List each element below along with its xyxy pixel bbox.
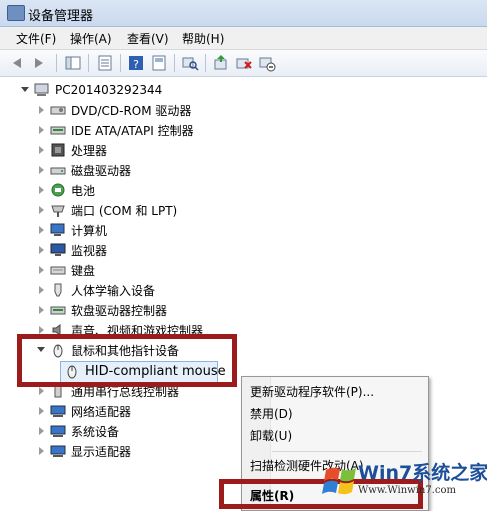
monitor-icon [50, 242, 66, 258]
expander-icon[interactable] [36, 145, 46, 155]
human-interface-icon [50, 282, 66, 298]
annotation-box-mice [17, 334, 237, 387]
tree-item-label: DVD/CD-ROM 驱动器 [71, 103, 192, 118]
network-adapter-icon [50, 403, 66, 419]
display-adapter-icon [50, 443, 66, 459]
tree-item-label: 处理器 [71, 143, 108, 158]
expander-icon[interactable] [36, 285, 46, 295]
tree-root-label: PC201403292344 [55, 83, 163, 97]
window-title: 设备管理器 [28, 9, 94, 24]
expander-icon[interactable] [36, 105, 46, 115]
tree-item-label: IDE ATA/ATAPI 控制器 [71, 123, 194, 138]
watermark-url: Www.Winwin7.com [358, 485, 456, 496]
battery-icon [50, 182, 66, 198]
expander-icon[interactable] [36, 446, 46, 456]
disk-drive-icon [50, 162, 66, 178]
expander-icon[interactable] [36, 205, 46, 215]
port-icon [50, 202, 66, 218]
keyboard-icon [50, 262, 66, 278]
ide-controller-icon [50, 122, 66, 138]
tree-item-ports[interactable]: 端口 (COM 和 LPT) [36, 200, 177, 220]
tree-item-dvd[interactable]: DVD/CD-ROM 驱动器 [36, 100, 191, 120]
expander-icon[interactable] [36, 245, 46, 255]
windows-logo-icon [322, 460, 362, 500]
tree-item-label: 电池 [71, 183, 96, 198]
tree-item-label: 监视器 [71, 243, 108, 258]
tree-item-monitor[interactable]: 监视器 [36, 240, 107, 260]
tree-item-label: 系统设备 [71, 424, 120, 439]
expander-icon[interactable] [36, 386, 46, 396]
dvd-drive-icon [50, 102, 66, 118]
tree-item-ide[interactable]: IDE ATA/ATAPI 控制器 [36, 120, 194, 140]
expander-icon[interactable] [36, 125, 46, 135]
expander-icon[interactable] [36, 305, 46, 315]
properties-sheet-icon[interactable] [96, 54, 114, 72]
tree-item-floppy[interactable]: 软盘驱动器控制器 [36, 300, 167, 320]
forward-arrow-icon[interactable] [30, 54, 48, 72]
floppy-controller-icon [50, 302, 66, 318]
expander-icon[interactable] [36, 165, 46, 175]
tree-item-label: 软盘驱动器控制器 [71, 303, 168, 318]
tree-item-label: 计算机 [71, 223, 108, 238]
processor-icon [50, 142, 66, 158]
computer-icon [34, 82, 50, 98]
help-icon[interactable]: ? [127, 54, 145, 72]
system-device-icon [50, 423, 66, 439]
expander-icon[interactable] [36, 225, 46, 235]
tree-item-label: 端口 (COM 和 LPT) [71, 203, 178, 218]
tree-item-system[interactable]: 系统设备 [36, 421, 119, 441]
tree-item-label: 键盘 [71, 263, 96, 278]
tree-item-network[interactable]: 网络适配器 [36, 401, 131, 421]
expander-icon[interactable] [36, 426, 46, 436]
tree-root-node[interactable]: PC201403292344 [20, 80, 162, 100]
tree-item-disk[interactable]: 磁盘驱动器 [36, 160, 131, 180]
watermark: Win7系统之家 Www.Winwin7.com [322, 454, 487, 509]
back-arrow-icon[interactable] [8, 54, 26, 72]
menu-uninstall[interactable]: 卸载(U) [250, 427, 292, 444]
expander-icon[interactable] [36, 265, 46, 275]
tree-item-label: 显示适配器 [71, 444, 132, 459]
tree-item-label: 网络适配器 [71, 404, 132, 419]
expander-icon[interactable] [20, 85, 30, 95]
update-driver-icon[interactable] [212, 54, 230, 72]
menu-bar: 文件(F) 操作(A) 查看(V) 帮助(H) [0, 27, 487, 50]
computer-icon [50, 222, 66, 238]
menu-disable[interactable]: 禁用(D) [250, 405, 293, 422]
menu-help[interactable]: 帮助(H) [182, 30, 224, 47]
title-bar: 设备管理器 [0, 0, 487, 27]
view-panel-icon[interactable] [150, 54, 168, 72]
tree-item-battery[interactable]: 电池 [36, 180, 95, 200]
expander-icon[interactable] [36, 185, 46, 195]
tree-item-hid[interactable]: 人体学输入设备 [36, 280, 155, 300]
menu-file[interactable]: 文件(F) [16, 30, 56, 47]
tree-item-keyboard[interactable]: 键盘 [36, 260, 95, 280]
toolbar: ? [0, 50, 487, 77]
disable-device-icon[interactable] [258, 54, 276, 72]
console-tree-icon[interactable] [64, 54, 82, 72]
menu-action[interactable]: 操作(A) [70, 30, 112, 47]
scan-hardware-icon[interactable] [181, 54, 199, 72]
expander-icon[interactable] [36, 406, 46, 416]
uninstall-device-icon[interactable] [235, 54, 253, 72]
tree-item-display[interactable]: 显示适配器 [36, 441, 131, 461]
watermark-brand: Win7系统之家 [358, 462, 487, 484]
menu-update-driver[interactable]: 更新驱动程序软件(P)... [250, 383, 374, 400]
menu-view[interactable]: 查看(V) [127, 30, 169, 47]
tree-item-processor[interactable]: 处理器 [36, 140, 107, 160]
device-manager-icon [7, 5, 25, 21]
tree-item-label: 人体学输入设备 [71, 283, 156, 298]
tree-item-computer[interactable]: 计算机 [36, 220, 107, 240]
svg-text:?: ? [133, 58, 139, 71]
tree-item-label: 磁盘驱动器 [71, 163, 132, 178]
